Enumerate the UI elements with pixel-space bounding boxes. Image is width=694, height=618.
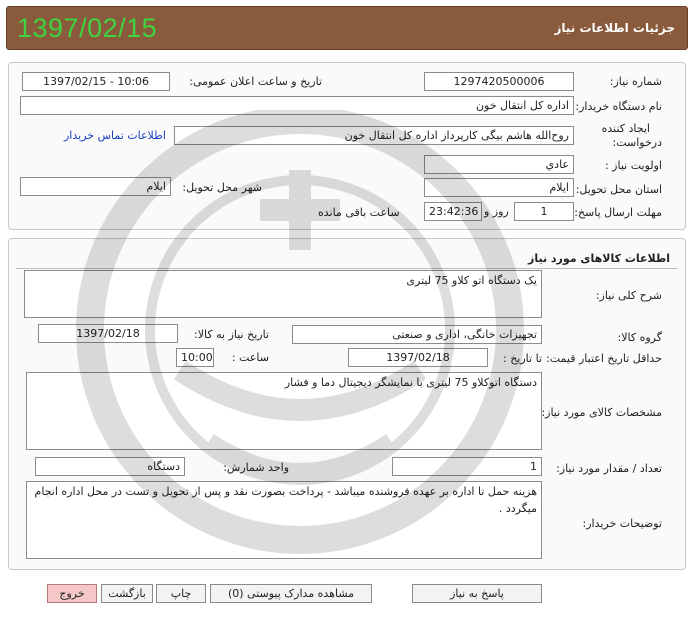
back-button[interactable]: بازگشت	[101, 584, 153, 603]
deadline-time-field[interactable]: 23:42:36	[424, 202, 482, 221]
time-field[interactable]: 10:00	[176, 348, 214, 367]
buyer-notes-label: توضیحات خریدار:	[582, 517, 663, 530]
creator-label-line2: درخواست:	[612, 136, 662, 149]
specs-field[interactable]: دستگاه اتوکلاو 75 لیتری با نمایشگر دیجیت…	[26, 372, 542, 450]
days-unit-label: روز و	[484, 205, 509, 218]
header-date: 1397/02/15	[17, 13, 158, 43]
deadline-label: مهلت ارسال پاسخ:	[574, 206, 662, 219]
page-title: جزئیات اطلاعات نیاز	[554, 21, 675, 35]
deadline-days-field[interactable]: 1	[514, 202, 574, 221]
buyer-org-field[interactable]: اداره کل انتقال خون	[20, 96, 574, 115]
city-field[interactable]: ایلام	[20, 177, 171, 196]
announce-datetime-field[interactable]: 1397/02/15 - 10:06	[22, 72, 170, 91]
goods-group-label: گروه کالا:	[617, 331, 662, 344]
reply-button[interactable]: پاسخ به نیاز	[412, 584, 542, 603]
specs-label: مشخصات کالای مورد نیاز:	[541, 406, 662, 419]
need-number-field[interactable]: 1297420500006	[424, 72, 574, 91]
exit-button[interactable]: خروج	[47, 584, 97, 603]
summary-label: شرح کلی نیاز:	[595, 289, 662, 302]
creator-field[interactable]: روح‌الله هاشم بیگی کارپرداز اداره کل انت…	[174, 126, 574, 145]
creator-label: ایجاد کننده	[601, 122, 650, 135]
summary-field[interactable]: یک دستگاه اتو کلاو 75 لیتری	[24, 270, 542, 318]
until-date-field[interactable]: 1397/02/18	[348, 348, 488, 367]
unit-field[interactable]: دستگاه	[35, 457, 185, 476]
province-label: استان محل تحویل:	[575, 183, 662, 196]
priority-field[interactable]: عادي	[424, 155, 574, 174]
qty-label: تعداد / مقدار مورد نیاز:	[556, 462, 662, 475]
buyer-org-label: نام دستگاه خریدار:	[575, 100, 662, 113]
min-validity-label: حداقل تاریخ اعتبار قیمت:	[546, 352, 662, 365]
until-date-label: تا تاریخ :	[503, 352, 542, 365]
priority-label: اولویت نیاز :	[604, 159, 662, 172]
city-label: شهر محل تحویل:	[182, 181, 262, 194]
remaining-label: ساعت باقی مانده	[318, 206, 400, 219]
page-header: 1397/02/15 جزئیات اطلاعات نیاز	[6, 6, 688, 50]
goods-group-field[interactable]: تجهیزات خانگی، اداری و صنعتی	[292, 325, 542, 344]
need-date-label: تاریخ نیاز به کالا:	[194, 328, 269, 341]
announce-label: تاریخ و ساعت اعلان عمومی:	[189, 75, 322, 88]
qty-field[interactable]: 1	[392, 457, 542, 476]
need-date-field[interactable]: 1397/02/18	[38, 324, 178, 343]
province-field[interactable]: ایلام	[424, 178, 574, 197]
unit-label: واحد شمارش:	[223, 461, 289, 474]
buyer-notes-field[interactable]: هزینه حمل تا اداره بر عهده فروشنده میباش…	[26, 481, 542, 559]
buyer-contact-link[interactable]: اطلاعات تماس خریدار	[64, 129, 166, 142]
need-number-label: شماره نیاز:	[609, 75, 662, 88]
view-attachments-button[interactable]: مشاهده مدارک پیوستی (0)	[210, 584, 372, 603]
time-label: ساعت :	[231, 351, 269, 364]
section-divider	[16, 268, 678, 269]
print-button[interactable]: چاپ	[156, 584, 206, 603]
goods-section-title: اطلاعات کالاهای مورد نیاز	[528, 252, 670, 265]
